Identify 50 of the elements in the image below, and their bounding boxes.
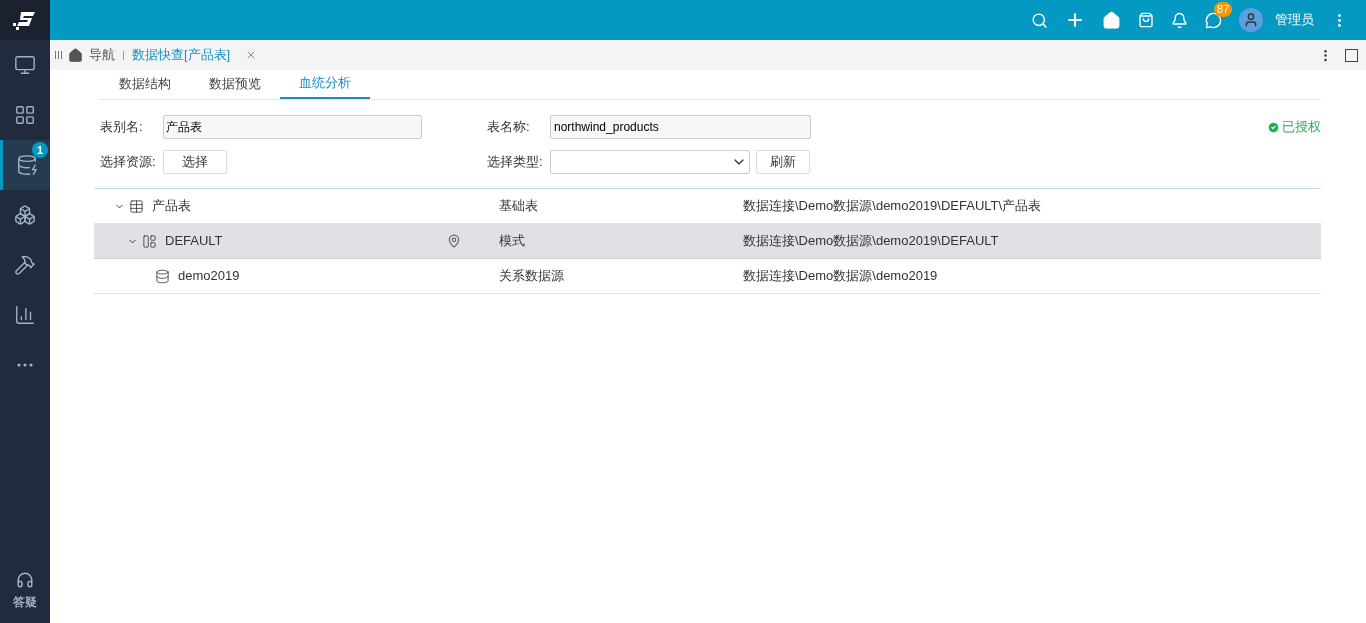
bag-icon[interactable] [1138,12,1154,28]
bar-chart-icon [14,304,36,326]
search-icon[interactable] [1031,11,1048,29]
avatar-icon[interactable] [1239,8,1263,32]
home-icon[interactable] [1102,10,1121,30]
field-label: 表名称: [487,118,531,137]
alias-field[interactable]: 产品表 [163,115,422,139]
bell-icon[interactable] [1171,11,1188,29]
select-button[interactable]: 选择 [163,150,227,174]
name-field[interactable]: northwind_products [550,115,811,139]
field-label: 选择资源: [100,153,157,172]
add-icon[interactable] [1065,10,1085,30]
location-icon[interactable] [447,234,461,248]
maximize-icon[interactable] [1345,48,1358,62]
tree-row[interactable]: demo2019 关系数据源 数据连接\Demo数据源\demo2019 [94,259,1321,294]
message-count-badge: 87 [1214,1,1233,17]
path-cell-text: 数据连接\Demo数据源\demo2019\DEFAULT [743,232,999,251]
schema-icon [142,233,157,249]
tree-node-name: 产品表 [152,197,191,216]
field-label: 选择类型: [487,153,544,172]
refresh-button[interactable]: 刷新 [756,150,810,174]
message-icon[interactable] [1205,11,1222,29]
monitor-icon [14,54,36,76]
home-icon [68,47,83,63]
hammer-icon [14,254,36,276]
field-label: 表别名: [100,118,144,137]
tree-node-name: demo2019 [178,267,240,286]
type-cell-text: 关系数据源 [499,267,564,286]
help-label[interactable]: 答疑 [13,593,37,611]
authorized-status: 已授权 [1282,118,1321,137]
tree-row[interactable]: DEFAULT 模式 数据连接\Demo数据源\demo2019\DEFAULT [94,224,1321,259]
content-tab[interactable]: 数据预览 [190,69,280,99]
cubes-icon [14,204,36,226]
grip-icon[interactable] [55,51,62,59]
more-icon [17,363,33,367]
path-cell-text: 数据连接\Demo数据源\demo2019\DEFAULT\产品表 [743,197,1042,216]
type-cell-text: 模式 [499,232,525,251]
page-tab[interactable]: 导航 [89,45,115,65]
tree-node-name: DEFAULT [165,232,223,251]
database-gear-icon [15,154,38,176]
check-icon [1267,120,1280,134]
database-icon [155,268,170,284]
type-cell-text: 基础表 [499,197,538,216]
support-icon[interactable] [16,571,34,589]
grid-icon [14,104,36,126]
path-cell-text: 数据连接\Demo数据源\demo2019 [743,267,938,286]
content-tab[interactable]: 数据结构 [100,69,190,99]
content-tab[interactable]: 血统分析 [280,69,370,99]
notification-badge: 1 [32,142,48,158]
table-icon [129,198,144,214]
